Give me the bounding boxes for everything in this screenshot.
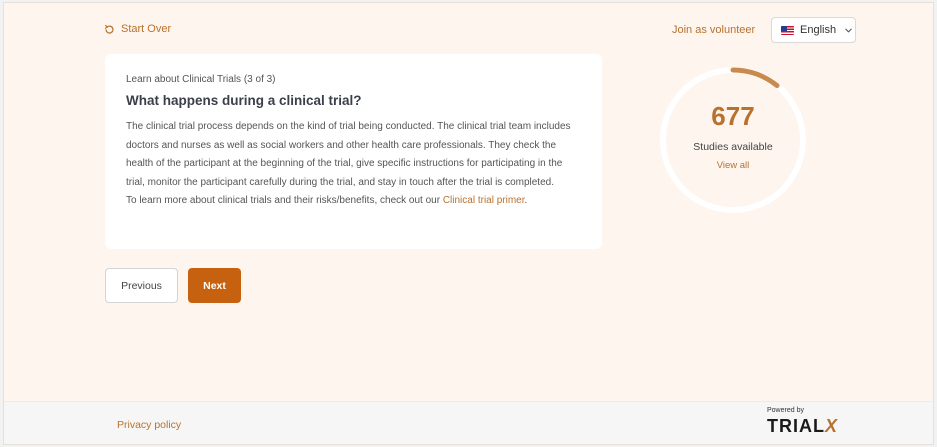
footer: Privacy policy Powered by TRIALX: [4, 401, 933, 444]
powered-by-label: Powered by: [767, 407, 804, 414]
clinical-trial-primer-link[interactable]: Clinical trial primer: [443, 195, 525, 206]
studies-ring: [660, 67, 806, 213]
card-paragraph: The clinical trial process depends on th…: [126, 121, 571, 188]
brand-main: TRIAL: [767, 416, 825, 436]
previous-button[interactable]: Previous: [105, 268, 178, 303]
card-title: What happens during a clinical trial?: [126, 93, 362, 108]
studies-count: 677: [711, 101, 755, 131]
us-flag-icon: [781, 25, 794, 35]
card-body: The clinical trial process depends on th…: [126, 118, 582, 211]
app-frame: Start Over Join as volunteer English Lea…: [3, 2, 934, 445]
start-over-link[interactable]: Start Over: [104, 23, 171, 35]
privacy-policy-link[interactable]: Privacy policy: [117, 419, 181, 431]
brand-x: X: [825, 416, 839, 436]
step-breadcrumb: Learn about Clinical Trials (3 of 3): [126, 74, 276, 85]
language-label: English: [800, 24, 837, 36]
refresh-icon: [104, 24, 114, 34]
next-button[interactable]: Next: [188, 268, 241, 303]
view-all-link[interactable]: View all: [656, 160, 810, 171]
studies-label: Studies available: [693, 141, 773, 153]
join-volunteer-link[interactable]: Join as volunteer: [672, 24, 755, 36]
trialx-logo[interactable]: TRIALX: [767, 416, 838, 437]
language-select[interactable]: English: [771, 17, 856, 43]
info-card: Learn about Clinical Trials (3 of 3) Wha…: [105, 54, 602, 249]
chevron-down-icon: [845, 28, 852, 32]
start-over-label: Start Over: [121, 23, 172, 35]
learn-more-prefix: To learn more about clinical trials and …: [126, 195, 443, 206]
learn-more-text: To learn more about clinical trials and …: [126, 192, 582, 211]
learn-more-suffix: .: [524, 195, 528, 206]
